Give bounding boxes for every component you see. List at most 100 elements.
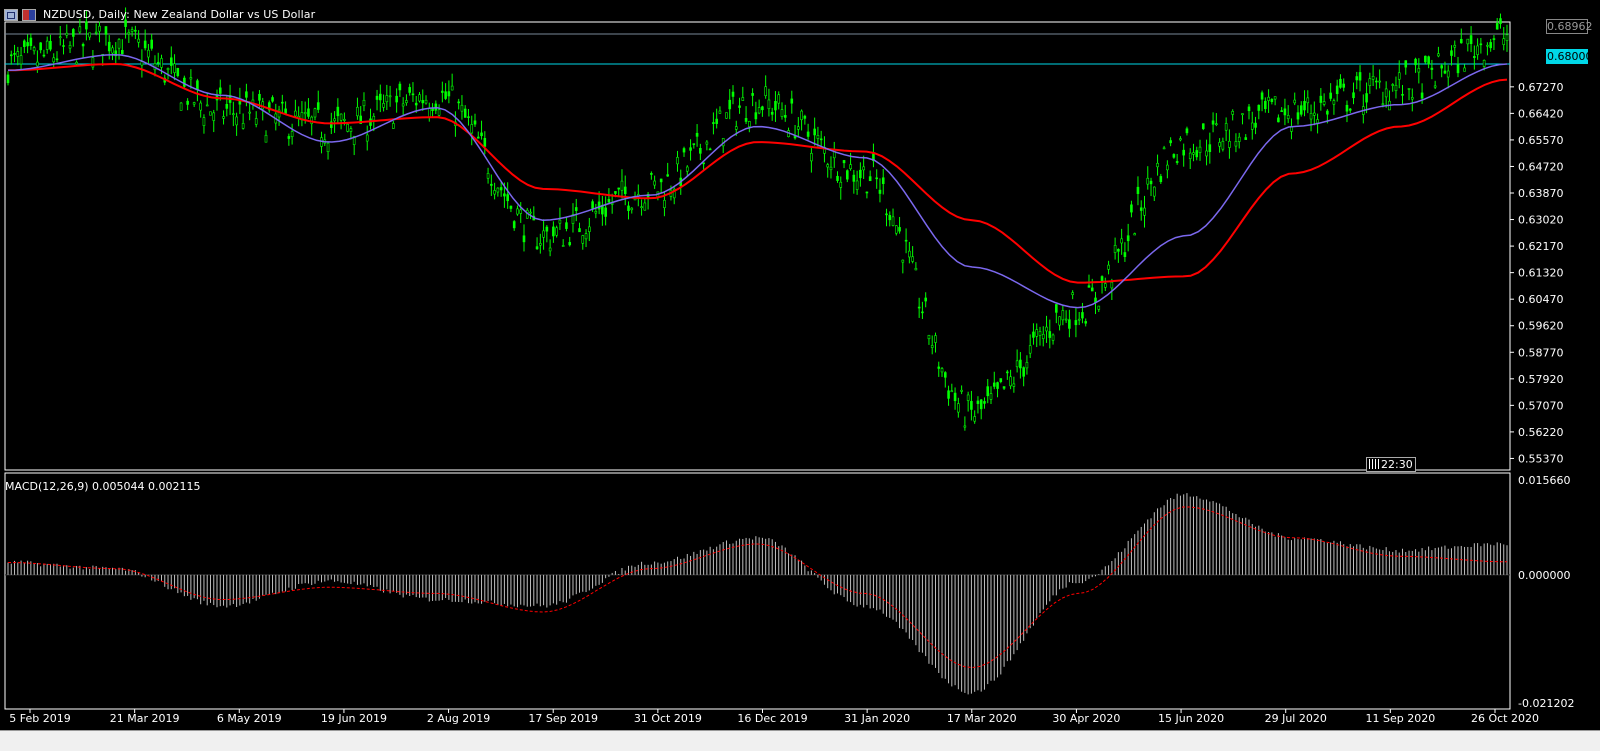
candle-body — [1313, 112, 1316, 116]
time-marker[interactable]: 22:30 — [1366, 457, 1416, 472]
candle-body — [111, 47, 114, 54]
candle-body — [94, 31, 98, 34]
candle-body — [764, 86, 767, 97]
chart-canvas[interactable]: 0.67270 0.66420 0.65570 0.64720 0.63870 0.630… — [0, 0, 1600, 750]
candle-body — [1394, 84, 1398, 91]
candle-body — [424, 99, 428, 104]
candle-body — [1074, 320, 1078, 326]
candle-body — [1286, 115, 1290, 119]
candle-body — [1175, 161, 1179, 163]
candle-body — [1019, 359, 1022, 369]
candle-body — [49, 40, 52, 50]
candle-body — [130, 29, 134, 32]
candle-body — [1208, 144, 1212, 152]
candle-body — [480, 132, 483, 137]
candle-body — [307, 108, 310, 117]
candle-body — [731, 91, 735, 97]
candle-body — [398, 83, 402, 91]
candle-body — [156, 61, 160, 64]
candle-body — [1012, 383, 1016, 387]
candle-body — [254, 118, 258, 125]
chart-window[interactable]: 0.67270 0.66420 0.65570 0.64720 0.63870 0.630… — [0, 0, 1600, 751]
candle-body — [937, 366, 941, 369]
candle-body — [1440, 65, 1443, 69]
candle-body — [1456, 64, 1460, 74]
restore-icon[interactable] — [4, 8, 18, 21]
candle-body — [996, 382, 999, 389]
candle-body — [1326, 110, 1329, 115]
price-axis-label: 0.57920 — [1518, 373, 1564, 386]
candle-body — [173, 63, 176, 73]
candle-body — [490, 183, 493, 186]
candle-body — [1123, 252, 1127, 257]
candle-body — [1126, 235, 1130, 242]
candle-body — [1492, 38, 1496, 40]
candle-body — [1280, 110, 1283, 112]
hline-price-tag[interactable]: 0.68000 — [1546, 49, 1593, 64]
candle-body — [1071, 292, 1074, 295]
candle-body — [248, 111, 251, 114]
candle-body — [1303, 101, 1306, 111]
time-axis-label: 15 Jun 2020 — [1158, 712, 1224, 725]
candle-body — [1463, 67, 1466, 72]
candle-body — [1499, 18, 1502, 25]
candle-body — [1211, 120, 1215, 125]
candle-body — [212, 112, 216, 121]
candle-body — [1410, 97, 1414, 100]
time-axis-label: 16 Dec 2019 — [737, 712, 807, 725]
candle-body — [950, 390, 954, 393]
candle-body — [418, 94, 421, 102]
candle-body — [865, 191, 869, 194]
candle-body — [960, 389, 963, 392]
candle-body — [630, 207, 634, 211]
candle-body — [1143, 207, 1146, 216]
macd-axis-label: -0.021202 — [1518, 697, 1574, 710]
candle-body — [52, 57, 56, 63]
candle-body — [1133, 233, 1136, 236]
candle-body — [1414, 58, 1417, 66]
candle-body — [1329, 92, 1332, 99]
candle-body — [1201, 123, 1205, 130]
candle-body — [1149, 180, 1153, 185]
candle-body — [552, 226, 555, 237]
candle-body — [1195, 150, 1199, 158]
candle-body — [924, 297, 927, 302]
candle-body — [989, 393, 993, 400]
time-axis-label: 6 May 2019 — [217, 712, 282, 725]
time-axis-label: 26 Oct 2020 — [1471, 712, 1539, 725]
candle-body — [1188, 152, 1192, 159]
candle-body — [379, 93, 382, 101]
candle-body — [539, 243, 542, 246]
candle-body — [1032, 331, 1035, 338]
chart-tabs-bar[interactable] — [0, 730, 1600, 751]
candle-body — [258, 93, 261, 101]
price-axis-label: 0.55370 — [1518, 452, 1564, 465]
candle-body — [774, 101, 777, 111]
candle-body — [770, 111, 774, 115]
candle-body — [62, 45, 65, 47]
candle-body — [127, 32, 131, 35]
candle-body — [970, 401, 973, 410]
candle-body — [578, 228, 581, 233]
candle-body — [98, 25, 101, 32]
candle-body — [738, 105, 741, 108]
candle-body — [1486, 44, 1489, 47]
candle-body — [26, 42, 29, 47]
price-axis-label: 0.61320 — [1518, 267, 1564, 280]
macd-axis-label: 0.000000 — [1518, 569, 1571, 582]
candle-body — [692, 143, 696, 145]
candle-body — [973, 416, 976, 422]
candle-body — [476, 136, 480, 139]
candle-body — [241, 123, 245, 129]
candle-body — [829, 166, 833, 171]
candle-body — [186, 100, 189, 105]
candle-body — [202, 117, 206, 126]
candle-body — [245, 91, 248, 98]
candle-body — [849, 164, 852, 170]
candle-body — [36, 61, 39, 67]
candle-body — [117, 39, 121, 49]
candle-body — [1430, 67, 1434, 70]
candle-body — [1378, 80, 1381, 83]
candle-body — [790, 98, 794, 104]
candle-body — [23, 40, 26, 47]
